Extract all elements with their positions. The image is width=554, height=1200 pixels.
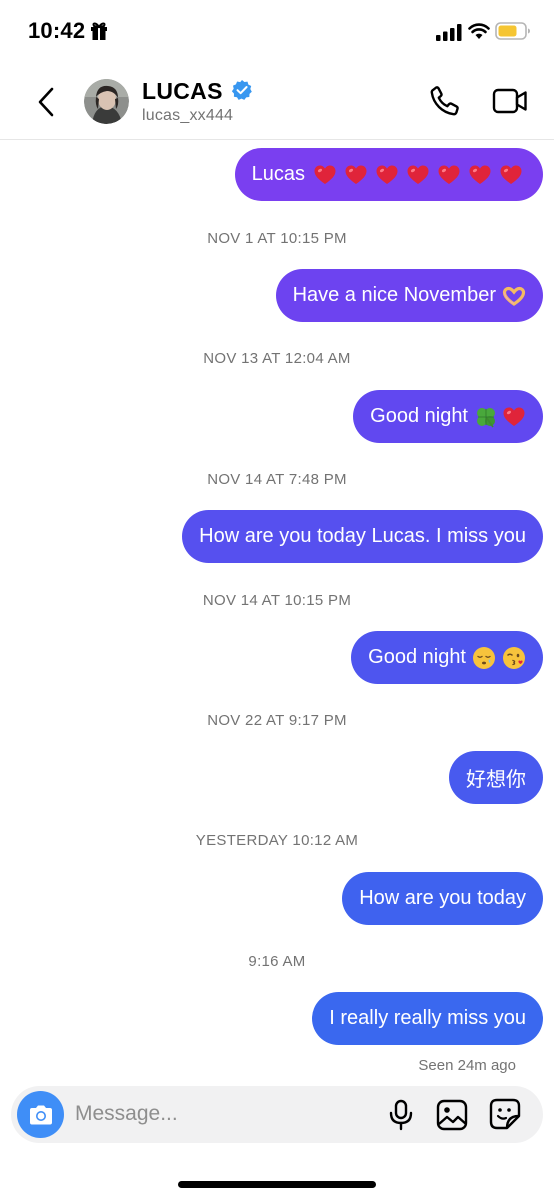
message-input[interactable] <box>75 1094 375 1134</box>
message-text: I really really miss you <box>329 1007 526 1029</box>
message-bubble[interactable]: Good night <box>351 631 543 684</box>
red-heart-icon <box>437 163 461 187</box>
message-text: Good night <box>370 405 468 427</box>
chat-screen: 10:42 LUCAS lucas_xx444 Lucas NOV 1 AT 1… <box>0 0 554 1200</box>
timestamp: NOV 14 AT 7:48 PM <box>207 471 347 488</box>
message-row: How are you today <box>342 872 543 925</box>
message-row: Have a nice November <box>275 269 543 322</box>
timestamp: NOV 22 AT 9:17 PM <box>207 712 347 729</box>
message-text: Good night <box>368 646 466 668</box>
red-heart-icon <box>375 163 399 187</box>
wifi-icon <box>468 23 490 39</box>
message-bubble[interactable]: Good night <box>353 390 543 443</box>
red-heart-icon <box>344 163 368 187</box>
red-heart-icon <box>406 163 430 187</box>
kissing-face-icon <box>502 646 526 670</box>
sleepy-face-icon <box>472 646 496 670</box>
message-text: How are you today <box>359 887 526 909</box>
timestamp: YESTERDAY 10:12 AM <box>195 832 359 849</box>
red-heart-icon <box>499 163 523 187</box>
contact-title[interactable]: LUCAS lucas_xx444 <box>142 77 253 125</box>
phone-icon[interactable] <box>428 84 462 118</box>
message-bubble[interactable]: Lucas <box>234 148 543 201</box>
video-camera-icon[interactable] <box>492 84 528 118</box>
red-heart-icon <box>313 163 337 187</box>
message-row: 好想你 <box>449 751 543 804</box>
message-bubble[interactable]: I really really miss you <box>312 992 543 1045</box>
home-indicator <box>178 1181 376 1188</box>
message-composer <box>11 1086 543 1143</box>
message-row: Good night <box>351 631 543 684</box>
message-text: 好想你 <box>466 767 526 791</box>
timestamp: NOV 1 AT 10:15 PM <box>207 230 347 247</box>
sticker-icon[interactable] <box>489 1098 521 1130</box>
red-heart-icon <box>468 163 492 187</box>
message-text: How are you today Lucas. I miss you <box>199 525 526 547</box>
message-row: Lucas <box>234 148 543 201</box>
message-bubble[interactable]: How are you today Lucas. I miss you <box>182 510 543 563</box>
contact-name: LUCAS <box>142 78 223 104</box>
heart-hands-icon <box>502 284 526 308</box>
timestamp: NOV 14 AT 10:15 PM <box>202 592 352 609</box>
photo-gallery-icon[interactable] <box>436 1099 468 1131</box>
seen-status: Seen 24m ago <box>418 1057 516 1074</box>
camera-icon <box>29 1105 52 1124</box>
status-time: 10:42 <box>28 18 86 43</box>
message-row: I really really miss you <box>312 992 543 1045</box>
battery-icon <box>495 22 530 40</box>
back-button[interactable] <box>30 84 62 120</box>
message-row: How are you today Lucas. I miss you <box>182 510 543 563</box>
timestamp: NOV 13 AT 12:04 AM <box>203 350 351 367</box>
microphone-icon[interactable] <box>387 1099 415 1131</box>
cellular-signal-icon <box>436 24 462 41</box>
avatar[interactable] <box>84 79 129 124</box>
timestamp: 9:16 AM <box>248 953 306 970</box>
chevron-left-icon <box>38 87 54 117</box>
message-row: Good night <box>353 390 543 443</box>
message-bubble[interactable]: 好想你 <box>449 751 543 804</box>
chat-header: LUCAS lucas_xx444 <box>0 62 554 140</box>
message-bubble[interactable]: How are you today <box>342 872 543 925</box>
camera-button[interactable] <box>17 1091 64 1138</box>
gift-icon <box>91 22 107 40</box>
four-leaf-clover-icon <box>474 405 498 429</box>
red-heart-icon <box>502 405 526 429</box>
message-bubble[interactable]: Have a nice November <box>275 269 543 322</box>
status-bar: 10:42 <box>0 0 554 62</box>
message-text: Lucas <box>251 163 305 185</box>
verified-badge-icon <box>232 80 252 100</box>
contact-handle: lucas_xx444 <box>142 107 234 124</box>
message-text: Have a nice November <box>292 284 496 306</box>
